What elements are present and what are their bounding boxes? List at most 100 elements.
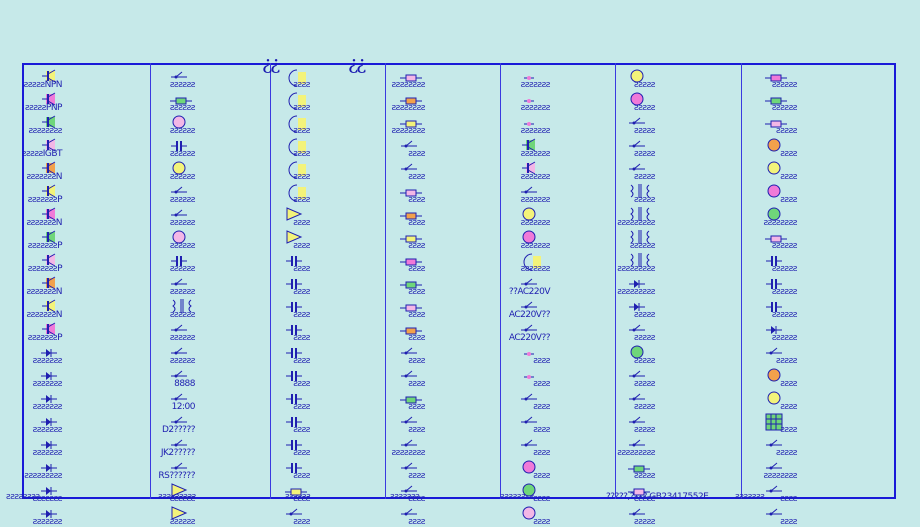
symbol-label: ƨƨƨƨƨƨ [771, 333, 798, 343]
symbol-label: ƨƨƨƨƨ [634, 425, 655, 435]
symbol-label: ƨƨƨƨƨƨƨƨƨ [617, 218, 655, 228]
switch-icon [400, 436, 418, 448]
symbol-label: ƨƨƨƨƨƨƨƨ [391, 80, 425, 90]
symbol-label: ƨƨƨƨ [408, 494, 425, 504]
symbol-label: ƨƨƨƨ [408, 172, 425, 182]
symbol-label: ƨƨƨƨƨƨƨP [27, 264, 63, 274]
meter-icon [628, 344, 646, 359]
battery-icon [285, 275, 303, 289]
resistor-icon [400, 321, 422, 335]
buzzer-icon [170, 206, 188, 218]
capacitor-icon [285, 413, 303, 427]
symbol-label: ƨƨƨƨƨƨƨ [32, 402, 63, 412]
antenna-icon [170, 275, 188, 287]
symbol-label: ƨƨƨƨ [293, 448, 310, 458]
symbol-label: ƨƨƨƨ [293, 494, 310, 504]
symbol-label: ƨƨƨƨ [408, 149, 425, 159]
nmos-icon [40, 206, 58, 221]
inductor-icon [285, 68, 306, 87]
symbol-label: ƨƨƨƨƨƨƨ [520, 195, 551, 205]
switch-icon [628, 390, 646, 402]
switch-icon [400, 344, 418, 356]
symbol-label: ƨƨƨƨ [293, 287, 310, 297]
symbol-label: ƨƨƨƨ [533, 425, 550, 435]
ground-icon [285, 505, 303, 517]
diode-icon [40, 482, 58, 495]
symbol-label: RS?????? [158, 471, 195, 481]
symbol-label: ƨƨƨƨƨƨƨƨ [763, 218, 797, 228]
capacitor-icon [170, 252, 188, 266]
symbol-label: ƨƨƨƨƨ [634, 149, 655, 159]
symbol-label: ƨƨƨƨ [780, 402, 797, 412]
switch-icon [400, 367, 418, 379]
coil-icon [285, 137, 306, 156]
symbol-label: ƨƨƨƨƨƨ [629, 241, 656, 251]
symbol-label: ƨƨƨƨ [408, 517, 425, 527]
capacitor-icon [285, 436, 303, 450]
dot-icon [520, 367, 538, 379]
motor-icon [765, 390, 783, 405]
switch-icon [400, 505, 418, 517]
lamp-icon [520, 482, 538, 497]
symbol-label: D2????? [161, 425, 196, 435]
switch-icon [400, 413, 418, 425]
line-icon [520, 413, 538, 425]
symbol-label: ƨƨƨƨƨƨƨ [520, 80, 551, 90]
pmos-icon [40, 183, 58, 198]
symbol-label: ƨƨƨƨƨƨ [169, 264, 196, 274]
symbol-label: ƨƨƨƨƨƨ [169, 356, 196, 366]
symbol-label: 8888 [174, 379, 195, 389]
symbol-label: ƨƨƨƨƨƨ [169, 103, 196, 113]
symbol-label: ƨƨƨƨƨƨƨƨ [763, 471, 797, 481]
zener-icon [40, 413, 58, 426]
symbol-label: ƨƨƨƨ [533, 494, 550, 504]
symbol-label: ƨƨƨƨƨƨƨ [32, 517, 63, 527]
transformer-icon [628, 252, 650, 267]
symbol-label: ƨƨƨƨ [293, 264, 310, 274]
symbol-label: ƨƨƨƨƨƨ [169, 241, 196, 251]
column-divider [500, 63, 501, 499]
transistor-icon [520, 137, 538, 152]
resistor-icon [400, 68, 422, 82]
connector-icon [628, 137, 646, 149]
opamp-icon [285, 206, 303, 221]
capacitor-icon [170, 137, 188, 151]
symbol-label: ƨƨƨƨ [408, 402, 425, 412]
symbol-label: ƨƨƨƨƨ [634, 195, 655, 205]
plug-icon [520, 298, 538, 310]
symbol-label: ƨƨƨƨƨ [634, 310, 655, 320]
battery-icon [285, 298, 303, 312]
symbol-label: ƨƨƨƨƨƨ [169, 287, 196, 297]
symbol-label: ƨƨƨƨ [408, 425, 425, 435]
symbol-label: ƨƨƨƨƨƨ [169, 195, 196, 205]
plug-icon [520, 275, 538, 287]
symbol-label: ƨƨƨƨ [533, 356, 550, 366]
resistor-icon [400, 252, 422, 266]
capacitor-icon [765, 275, 783, 289]
relay-icon [170, 183, 188, 195]
symbol-label: ƨƨƨƨ [533, 517, 550, 527]
antenna-icon [520, 436, 538, 448]
symbol-label: ƨƨƨƨƨ [776, 448, 797, 458]
column-divider [741, 63, 742, 499]
coil-icon [520, 252, 541, 271]
resistor-icon [400, 183, 422, 197]
diode-icon [40, 367, 58, 380]
symbol-label: ƨƨƨƨ [780, 494, 797, 504]
seven-seg-icon [170, 367, 188, 379]
dot-icon [520, 344, 538, 356]
meter-icon [520, 206, 538, 221]
switch-icon [170, 68, 188, 80]
symbol-label: AC220V?? [508, 310, 551, 320]
symbol-label: ƨƨƨƨƨƨƨN [26, 310, 62, 320]
fuse-icon [628, 482, 650, 496]
symbol-label: ƨƨƨƨƨ [634, 517, 655, 527]
flipflop-icon [170, 413, 188, 425]
symbol-label: ƨƨƨƨ [293, 379, 310, 389]
symbol-label: ƨƨƨƨƨNPN [23, 80, 63, 90]
symbol-label: ƨƨƨƨ [780, 379, 797, 389]
resistor-icon [765, 114, 787, 128]
lamp-icon [765, 183, 783, 198]
symbol-label: ƨƨƨƨƨƨƨƨ [391, 126, 425, 136]
symbol-label: ƨƨƨƨƨƨƨ [520, 172, 551, 182]
